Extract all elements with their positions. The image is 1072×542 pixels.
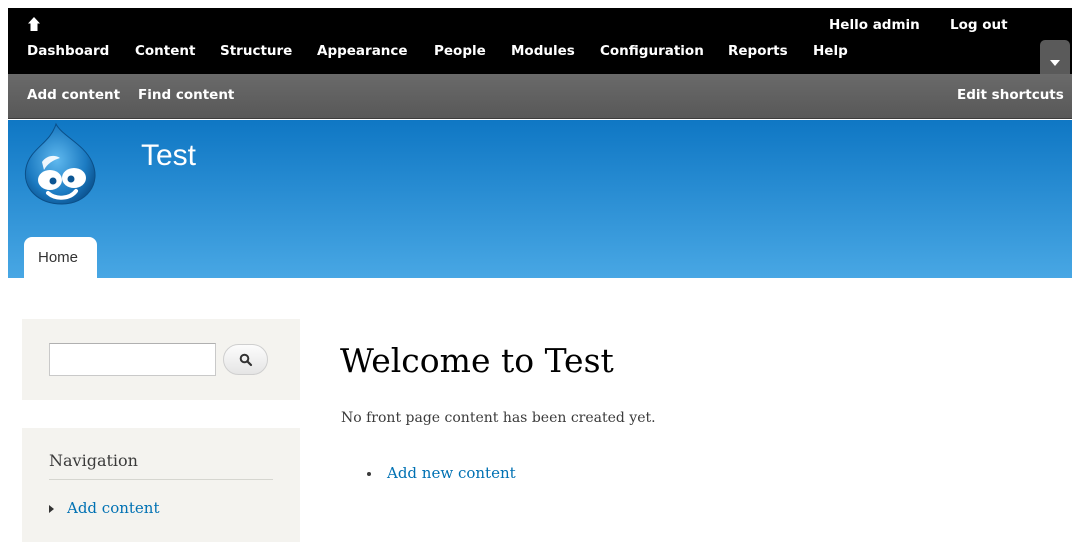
tab-home[interactable]: Home: [24, 237, 97, 278]
shortcuts-bar: Add content Find content Edit shortcuts: [8, 74, 1072, 119]
greeting-text: Hello: [829, 17, 868, 33]
toolbar-item-appearance[interactable]: Appearance: [317, 43, 408, 59]
toolbar-item-help[interactable]: Help: [813, 43, 848, 59]
logout-link[interactable]: Log out: [950, 17, 1008, 33]
page: Dashboard Content Structure Appearance P…: [8, 8, 1072, 542]
search-input[interactable]: [49, 343, 216, 376]
bullet-icon: [367, 472, 371, 476]
search-block: [22, 319, 300, 400]
drupal-logo-icon[interactable]: [20, 122, 102, 208]
tab-home-label: Home: [38, 249, 79, 266]
toolbar-item-dashboard[interactable]: Dashboard: [27, 43, 109, 59]
admin-toolbar: Dashboard Content Structure Appearance P…: [8, 8, 1072, 74]
page-title: Welcome to Test: [340, 341, 614, 380]
user-greeting: Hello admin: [829, 17, 920, 33]
username-link[interactable]: admin: [873, 17, 920, 33]
site-name[interactable]: Test: [141, 139, 196, 173]
shortcut-add-content[interactable]: Add content: [27, 87, 120, 103]
navigation-title: Navigation: [49, 451, 138, 470]
toolbar-item-modules[interactable]: Modules: [511, 43, 575, 59]
toolbar-item-people[interactable]: People: [434, 43, 486, 59]
navigation-item-label[interactable]: Add content: [67, 499, 160, 517]
edit-shortcuts-link[interactable]: Edit shortcuts: [957, 87, 1064, 103]
navigation-block: Navigation Add content: [22, 428, 300, 542]
search-icon: [239, 353, 253, 367]
site-header: Test Home: [8, 120, 1072, 278]
navigation-divider: [49, 479, 273, 480]
home-icon[interactable]: [27, 16, 41, 32]
toolbar-item-content[interactable]: Content: [135, 43, 195, 59]
search-button[interactable]: [223, 344, 268, 375]
add-new-content-link[interactable]: Add new content: [387, 464, 516, 482]
toolbar-item-configuration[interactable]: Configuration: [600, 43, 704, 59]
toolbar-item-reports[interactable]: Reports: [728, 43, 788, 59]
shortcut-find-content[interactable]: Find content: [138, 87, 234, 103]
triangle-right-icon: [49, 505, 54, 513]
caret-down-icon: [1050, 60, 1060, 66]
shortcuts-drawer-toggle[interactable]: [1040, 40, 1070, 74]
toolbar-item-structure[interactable]: Structure: [220, 43, 292, 59]
empty-content-message: No front page content has been created y…: [341, 410, 656, 426]
